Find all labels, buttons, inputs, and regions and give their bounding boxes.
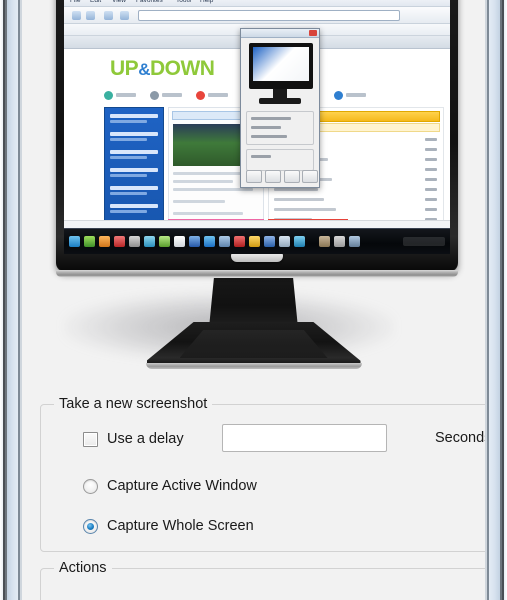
preview-nested-button-0 xyxy=(246,170,262,183)
use-delay-row[interactable]: Use a delay xyxy=(83,431,184,447)
preview-taskbar-icon-15 xyxy=(294,236,305,247)
preview-nested-dialog-titlebar xyxy=(241,29,319,38)
capture-whole-screen-row[interactable]: Capture Whole Screen xyxy=(83,518,254,534)
capture-active-window-radio[interactable] xyxy=(83,478,98,494)
preview-nav-icon-2 xyxy=(196,90,205,100)
preview-taskbar-icon-17 xyxy=(334,236,345,247)
preview-nested-button-2 xyxy=(284,170,300,183)
preview-back-icon xyxy=(72,11,81,20)
capture-whole-screen-label: Capture Whole Screen xyxy=(107,518,254,534)
preview-taskbar-icon-2 xyxy=(99,236,110,247)
preview-nested-button-1 xyxy=(265,170,281,183)
actions-groupbox: Actions xyxy=(40,560,485,600)
preview-nested-monitor-neck xyxy=(273,89,287,98)
preview-taskbar-icon-14 xyxy=(279,236,290,247)
window-border-left-glass[interactable] xyxy=(7,0,18,600)
monitor-stand-base-inner xyxy=(179,330,328,358)
preview-logo-down: DOWN xyxy=(149,57,215,80)
seconds-label: Seconds xyxy=(435,430,485,446)
capture-active-window-label: Capture Active Window xyxy=(107,478,257,494)
preview-address-bar xyxy=(138,10,400,21)
preview-taskbar-icon-0 xyxy=(69,236,80,247)
preview-menu-favorites: Favorites xyxy=(136,0,163,4)
preview-taskbar xyxy=(64,228,450,254)
preview-taskbar-icon-11 xyxy=(234,236,245,247)
capture-active-window-row[interactable]: Capture Active Window xyxy=(83,478,257,494)
application-window: Up & Down — Internet Explorer File Edit … xyxy=(0,0,507,600)
preview-nav-item-1 xyxy=(150,90,182,100)
preview-nested-dialog xyxy=(240,28,320,188)
use-delay-checkbox[interactable] xyxy=(83,431,98,447)
preview-taskbar-icon-6 xyxy=(159,236,170,247)
preview-status-strip xyxy=(64,220,450,228)
preview-taskbar-icon-8 xyxy=(189,236,200,247)
preview-nav-icon-0 xyxy=(104,90,113,100)
screenshot-preview[interactable]: Up & Down — Internet Explorer File Edit … xyxy=(22,0,485,377)
preview-logo-amp: & xyxy=(138,60,150,79)
preview-menu-tools: Tools xyxy=(176,0,192,4)
preview-taskbar-icon-10 xyxy=(219,236,230,247)
preview-menu-view: View xyxy=(112,0,126,4)
monitor-stand-base-lip xyxy=(145,363,362,369)
preview-nav-item-2 xyxy=(196,90,228,100)
preview-nested-monitor xyxy=(249,43,313,89)
preview-taskbar-icon-3 xyxy=(114,236,125,247)
preview-menu-file: File xyxy=(70,0,81,4)
preview-nested-monitor-base xyxy=(259,98,301,104)
preview-nested-button-3 xyxy=(302,170,318,183)
preview-menubar: File Edit View Favorites Tools Help xyxy=(64,0,450,7)
preview-nav-icon-1 xyxy=(150,90,159,100)
client-area: Up & Down — Internet Explorer File Edit … xyxy=(22,0,485,600)
preview-taskbar-icon-18 xyxy=(349,236,360,247)
preview-home-icon xyxy=(120,11,129,20)
preview-nav-item-0 xyxy=(104,90,136,100)
captured-screen-image: Up & Down — Internet Explorer File Edit … xyxy=(64,0,450,254)
use-delay-label: Use a delay xyxy=(107,431,184,447)
preview-system-tray xyxy=(403,237,445,246)
take-screenshot-legend: Take a new screenshot xyxy=(54,396,213,412)
preview-taskbar-icon-12 xyxy=(249,236,260,247)
preview-nav-icon-5 xyxy=(334,90,343,100)
delay-seconds-input[interactable] xyxy=(222,424,387,452)
preview-taskbar-icon-5 xyxy=(144,236,155,247)
preview-nested-group-2 xyxy=(246,149,314,171)
capture-whole-screen-radio[interactable] xyxy=(83,518,98,534)
preview-nav-item-5 xyxy=(334,90,366,100)
preview-logo-up: UP xyxy=(110,57,139,80)
preview-taskbar-icon-1 xyxy=(84,236,95,247)
actions-legend: Actions xyxy=(54,560,112,576)
preview-nested-close-icon xyxy=(309,30,317,36)
preview-taskbar-icon-13 xyxy=(264,236,275,247)
preview-taskbar-icon-16 xyxy=(319,236,330,247)
preview-nested-group-1 xyxy=(246,111,314,145)
preview-forward-icon xyxy=(86,11,95,20)
window-border-right-glass[interactable] xyxy=(489,0,500,600)
preview-menu-help: Help xyxy=(200,0,214,4)
preview-taskbar-icon-9 xyxy=(204,236,215,247)
preview-taskbar-icon-7 xyxy=(174,236,185,247)
preview-taskbar-icon-4 xyxy=(129,236,140,247)
preview-site-logo: UP&DOWN xyxy=(110,57,215,81)
preview-menu-edit: Edit xyxy=(90,0,102,4)
preview-refresh-icon xyxy=(104,11,113,20)
preview-left-sidebar xyxy=(104,107,164,249)
